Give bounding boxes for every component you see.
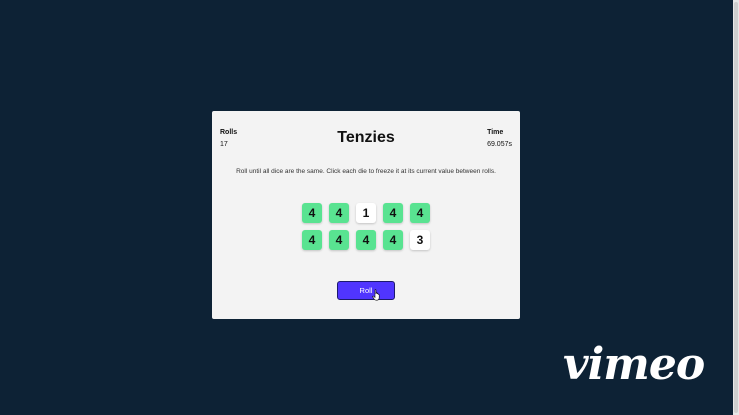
die-2[interactable]: 4: [329, 203, 349, 223]
scrollbar-thumb[interactable]: [734, 2, 738, 413]
time-stat: Time 69.057s: [487, 129, 512, 148]
hand-cursor-icon: [372, 289, 380, 301]
die-7[interactable]: 4: [329, 230, 349, 250]
instructions-text: Roll until all dice are the same. Click …: [236, 168, 496, 175]
game-title: Tenzies: [337, 129, 395, 146]
die-6[interactable]: 4: [302, 230, 322, 250]
die-1[interactable]: 4: [302, 203, 322, 223]
die-10[interactable]: 3: [410, 230, 430, 250]
vimeo-watermark: vimeo: [563, 339, 705, 390]
die-5[interactable]: 4: [410, 203, 430, 223]
die-9[interactable]: 4: [383, 230, 403, 250]
page-scrollbar[interactable]: [733, 0, 739, 415]
tenzies-card: Rolls 17 Tenzies Time 69.057s Roll until…: [212, 111, 520, 319]
dice-grid: 4 4 1 4 4 4 4 4 4 3: [302, 203, 432, 250]
time-value: 69.057s: [487, 141, 512, 148]
die-3[interactable]: 1: [356, 203, 376, 223]
time-label: Time: [487, 129, 504, 136]
die-4[interactable]: 4: [383, 203, 403, 223]
die-8[interactable]: 4: [356, 230, 376, 250]
roll-button[interactable]: Roll: [337, 281, 395, 300]
